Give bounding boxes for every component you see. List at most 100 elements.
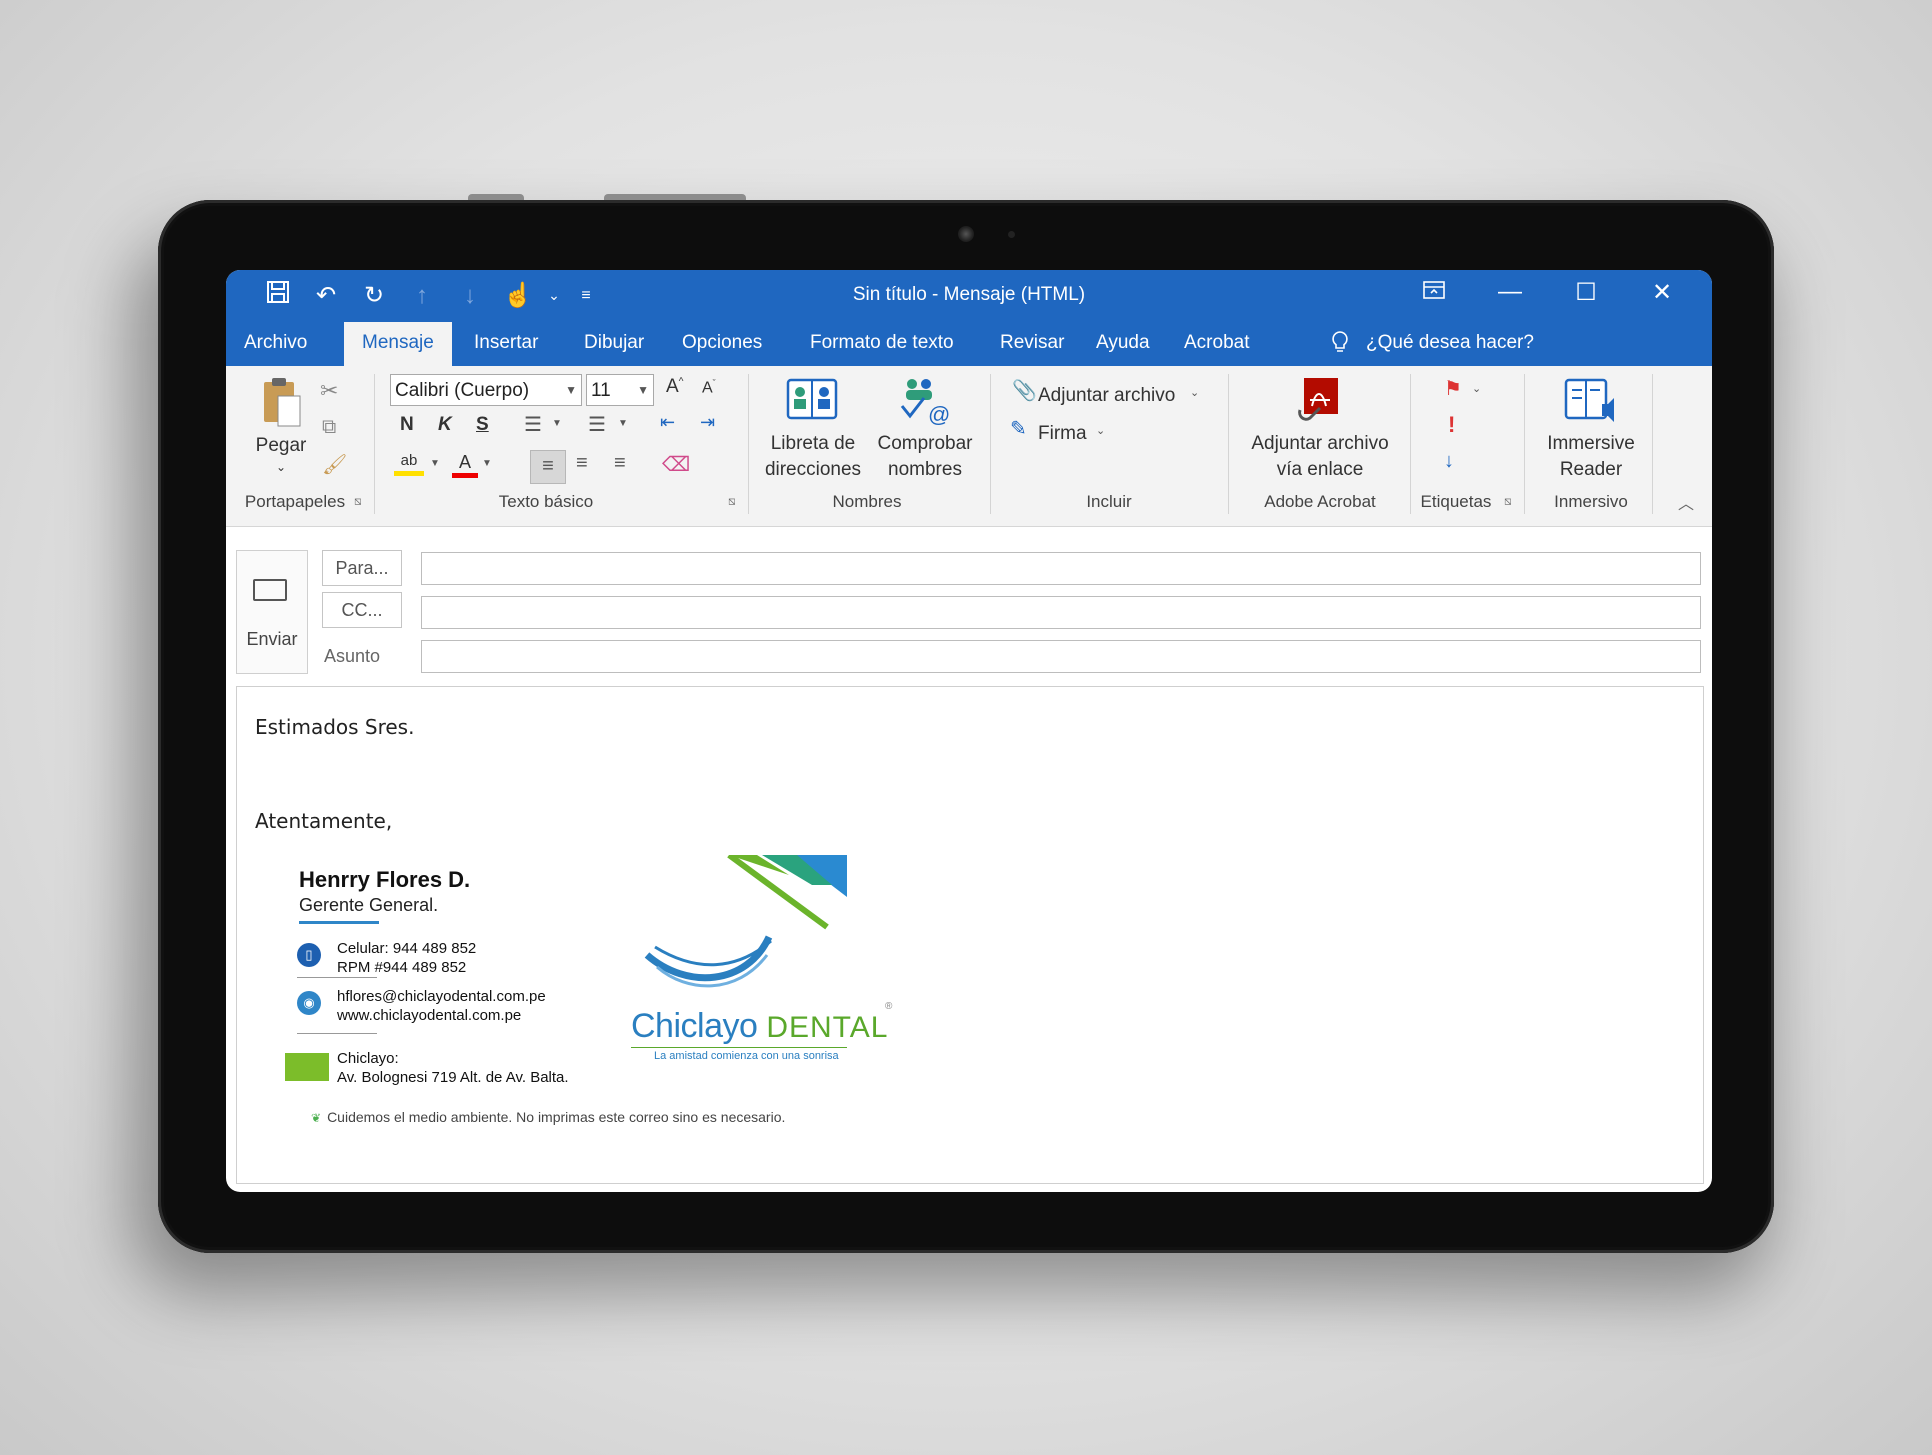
signature-name: Henrry Flores D. [299,867,471,892]
window-controls: — ☐ ✕ [1396,278,1700,307]
group-nombres: Nombres [832,492,902,511]
tab-acrobat[interactable]: Acrobat [1166,322,1267,366]
scissors-icon[interactable]: ✂ [320,378,338,404]
eco-note: ❦ Cuidemos el medio ambiente. No imprimas… [311,1109,785,1125]
decrease-indent-icon[interactable]: ⇤ [660,412,675,433]
immersive-reader-label-1[interactable]: Immersive [1526,430,1656,457]
paperclip-icon[interactable]: 📎 [1012,378,1037,403]
dialog-launcher-icon[interactable]: ⧅ [728,494,736,509]
group-inmersivo: Inmersivo [1554,492,1628,511]
greeting-text: Estimados Sres. [255,715,415,739]
signature-underline [299,921,379,924]
align-right-icon[interactable]: ≡ [614,452,626,475]
send-label: Enviar [246,629,298,649]
ribbon: Pegar ⌄ ✂ ⧉ 🖌 Portapapeles ⧅ Calibri (Cu… [226,366,1712,527]
tab-dibujar[interactable]: Dibujar [566,322,662,366]
bold-button[interactable]: N [400,414,414,436]
paste-icon[interactable] [258,376,306,432]
dialog-launcher-icon[interactable]: ⧅ [1504,494,1512,509]
lightbulb-icon[interactable] [1330,322,1350,366]
font-name-combo[interactable]: Calibri (Cuerpo) ▼ [390,374,582,406]
send-button[interactable]: Enviar [236,550,308,674]
signature-icon[interactable]: ✎ [1010,416,1027,441]
to-field[interactable] [421,552,1701,585]
highlight-icon[interactable]: ab [394,452,424,480]
chevron-down-icon[interactable]: ▼ [430,458,440,469]
logo-main: Chiclayo [631,1007,758,1045]
shrink-font-icon[interactable]: Aˇ [702,378,716,397]
attach-link-label-1[interactable]: Adjuntar archivo [1230,430,1410,457]
group-adobe-acrobat: Adobe Acrobat [1264,492,1376,511]
mouse-icon: ◉ [297,991,321,1015]
leaf-icon: ❦ [311,1111,322,1125]
copy-icon[interactable]: ⧉ [322,416,336,439]
chevron-down-icon[interactable]: ▼ [618,418,628,429]
italic-button[interactable]: K [438,414,452,436]
closing-text: Atentamente, [255,809,393,833]
chevron-down-icon[interactable]: ⌄ [1190,386,1199,399]
maximize-icon[interactable]: ☐ [1548,278,1624,307]
tell-me-search[interactable]: ¿Qué desea hacer? [1360,322,1540,366]
cc-field[interactable] [421,596,1701,629]
phone-icon: ▯ [297,943,321,967]
title-bar: ↶ ↻ ↑ ↓ ☝ ⌄ ≡ Sin título - Mensaje (HTML… [226,270,1712,322]
immersive-reader-icon[interactable] [1564,376,1618,431]
eco-note-text: Cuidemos el medio ambiente. No imprimas … [327,1109,786,1125]
check-names-label-2[interactable]: nombres [870,456,980,483]
signature-button[interactable]: Firma [1038,420,1087,447]
registered-mark: ® [885,1001,893,1012]
acrobat-attach-icon[interactable] [1296,376,1340,433]
increase-indent-icon[interactable]: ⇥ [700,412,715,433]
flag-icon[interactable]: ⚑ [1444,376,1462,401]
chevron-down-icon[interactable]: ▼ [482,458,492,469]
group-incluir: Incluir [1086,492,1132,511]
address-book-icon[interactable] [786,376,838,427]
clear-formatting-icon[interactable]: ⌫ [662,452,690,477]
align-left-icon[interactable]: ≡ [530,450,566,484]
signature-divider [297,977,377,978]
minimize-icon[interactable]: — [1472,278,1548,307]
check-names-icon[interactable]: @ [896,374,950,431]
high-importance-icon[interactable]: ! [1448,412,1455,438]
numbering-icon[interactable]: ☰ [588,412,606,437]
align-center-icon[interactable]: ≡ [576,452,588,475]
subject-field[interactable] [421,640,1701,673]
outlook-window: ↶ ↻ ↑ ↓ ☝ ⌄ ≡ Sin título - Mensaje (HTML… [226,270,1712,1192]
font-color-icon[interactable]: A [452,452,478,480]
chevron-down-icon[interactable]: ▼ [552,418,562,429]
signature-role: Gerente General. [299,895,439,915]
grow-font-icon[interactable]: A^ [666,376,683,398]
chevron-down-icon[interactable]: ⌄ [266,454,296,481]
check-names-label-1[interactable]: Comprobar [870,430,980,457]
envelope-icon [253,579,287,601]
chevron-down-icon[interactable]: ⌄ [1472,382,1481,395]
close-icon[interactable]: ✕ [1624,278,1700,307]
to-button[interactable]: Para... [322,550,402,586]
font-name-value: Calibri (Cuerpo) [395,380,530,401]
tab-mensaje[interactable]: Mensaje [344,322,452,366]
tab-formato-de-texto[interactable]: Formato de texto [792,322,972,366]
font-size-combo[interactable]: 11 ▼ [586,374,654,406]
collapse-ribbon-icon[interactable]: ︿ [1678,490,1694,514]
immersive-reader-label-2[interactable]: Reader [1526,456,1656,483]
address-book-label-2[interactable]: direcciones [758,456,868,483]
tab-archivo[interactable]: Archivo [226,322,325,366]
address-book-label-1[interactable]: Libreta de [758,430,868,457]
ribbon-display-icon[interactable] [1396,278,1472,307]
attach-file-button[interactable]: Adjuntar archivo [1038,382,1175,409]
location-marker [285,1053,329,1081]
bullets-icon[interactable]: ☰ [524,412,542,437]
attach-link-label-2[interactable]: vía enlace [1230,456,1410,483]
underline-button[interactable]: S [476,414,489,436]
tab-revisar[interactable]: Revisar [982,322,1082,366]
low-importance-icon[interactable]: ↓ [1444,450,1454,473]
message-body[interactable]: Estimados Sres. Atentamente, Henrry Flor… [236,686,1704,1184]
tab-ayuda[interactable]: Ayuda [1078,322,1168,366]
dialog-launcher-icon[interactable]: ⧅ [354,494,362,509]
cc-button[interactable]: CC... [322,592,402,628]
tab-opciones[interactable]: Opciones [664,322,780,366]
chevron-down-icon[interactable]: ⌄ [1096,424,1105,437]
tab-insertar[interactable]: Insertar [456,322,556,366]
format-painter-icon[interactable]: 🖌 [322,452,347,477]
group-texto-basico: Texto básico [498,492,594,511]
